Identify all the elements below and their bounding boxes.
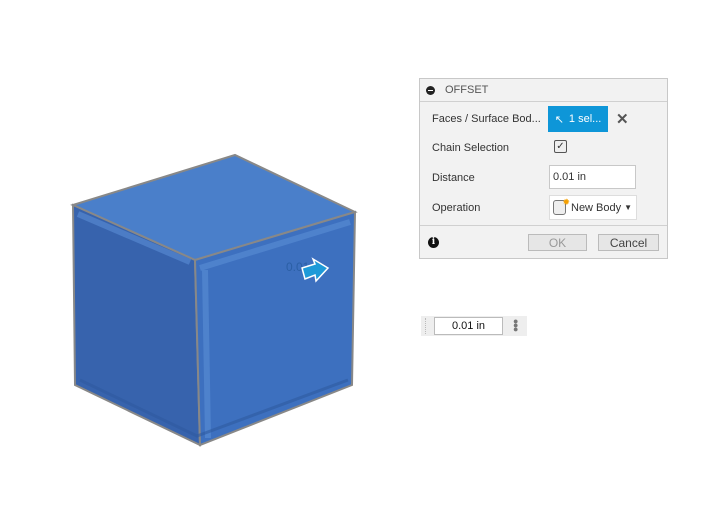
clear-selection-icon[interactable]: ✕ bbox=[616, 110, 629, 128]
faces-label: Faces / Surface Bod... bbox=[432, 113, 541, 125]
offset-dialog: OFFSET Faces / Surface Bod... ↖ 1 sel...… bbox=[419, 78, 668, 259]
info-icon[interactable]: i bbox=[428, 237, 439, 248]
dialog-footer: i OK Cancel bbox=[420, 225, 667, 260]
new-body-icon: ✹ bbox=[553, 197, 570, 215]
chevron-down-icon: ▼ bbox=[624, 203, 633, 212]
chain-selection-checkbox[interactable]: ✓ bbox=[554, 140, 567, 153]
cube-body[interactable] bbox=[70, 153, 358, 447]
cancel-button[interactable]: Cancel bbox=[598, 234, 659, 251]
operation-dropdown[interactable]: ✹ New Body ▼ bbox=[549, 195, 637, 220]
distance-label: Distance bbox=[432, 172, 475, 184]
faces-selection-button[interactable]: ↖ 1 sel... bbox=[548, 106, 608, 132]
operation-value: New Body bbox=[571, 201, 622, 214]
ok-button[interactable]: OK bbox=[528, 234, 587, 251]
distance-input[interactable]: 0.01 in bbox=[549, 165, 636, 189]
distance-mini-input[interactable]: 0.01 in bbox=[434, 317, 503, 335]
operation-label: Operation bbox=[432, 202, 481, 214]
distance-mini-toolbar: 0.01 in ● ● ● bbox=[421, 316, 527, 336]
dialog-title: OFFSET bbox=[445, 84, 489, 96]
faces-value: 1 sel... bbox=[568, 113, 602, 125]
collapse-icon[interactable] bbox=[426, 85, 435, 95]
more-options-icon[interactable]: ● ● ● bbox=[513, 317, 518, 334]
dialog-header[interactable]: OFFSET bbox=[420, 79, 667, 102]
chain-selection-label: Chain Selection bbox=[432, 142, 510, 154]
cursor-icon: ↖ bbox=[554, 113, 564, 126]
drag-handle[interactable] bbox=[425, 318, 430, 334]
